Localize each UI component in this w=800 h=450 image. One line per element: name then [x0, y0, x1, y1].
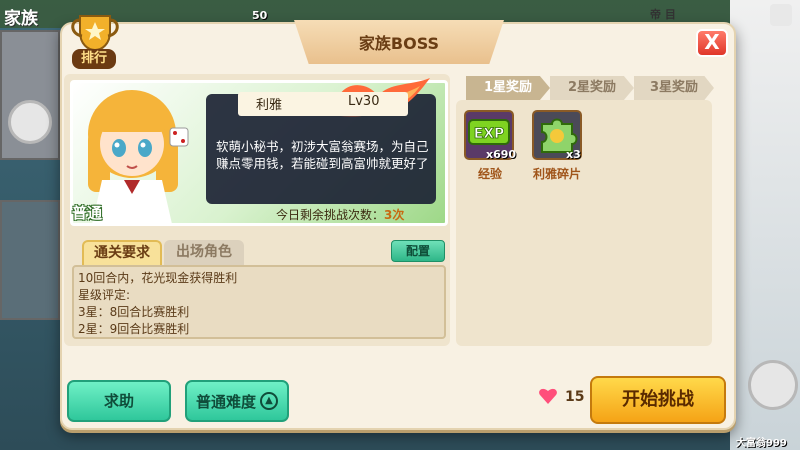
start-challenge-button[interactable]: 开始挑战	[590, 376, 726, 424]
remaining-attempts-label: 今日剩余挑战次数：	[276, 208, 385, 222]
boss-description: 软萌小秘书，初涉大富翁赛场，为自己赚点零用钱，若能碰到高富帅就更好了	[216, 139, 429, 171]
difficulty-button-label: 普通难度	[195, 392, 256, 411]
background-street	[0, 200, 60, 320]
ranking-label[interactable]: 排行	[72, 49, 116, 69]
tab-requirements[interactable]: 通关要求	[82, 240, 162, 266]
requirements-box[interactable]: 10回合内，花光现金获得胜利 星级评定: 3星：8回合比赛胜利 2星：9回合比赛…	[72, 265, 446, 339]
background-top-right-label: 帝 目	[650, 8, 676, 21]
help-button[interactable]: 求助	[67, 380, 171, 422]
background-chat-button	[8, 100, 52, 144]
requirement-line: 星级评定:	[78, 288, 131, 302]
background-avatar-button	[748, 360, 798, 410]
background-bottom-right-label: 大富翁999	[736, 438, 787, 449]
heart-icon	[539, 388, 557, 404]
dialog-title-ribbon: 家族BOSS	[294, 20, 504, 64]
tab-roles[interactable]: 出场角色	[164, 240, 244, 266]
requirement-line: 3星：8回合比赛胜利	[78, 305, 190, 319]
config-button[interactable]: 配置	[391, 240, 445, 262]
close-button[interactable]: X	[696, 29, 728, 57]
tab-1-star-rewards[interactable]: 1星奖励	[466, 76, 550, 100]
reward-shard-count: x3	[566, 148, 581, 161]
reward-shard-label: 利雅碎片	[533, 167, 582, 181]
boss-level: Lv30	[348, 94, 380, 109]
exp-icon-text: EXP	[474, 126, 505, 142]
requirement-line: 10回合内，花光现金获得胜利	[78, 271, 238, 285]
remaining-attempts: 今日剩余挑战次数：3次	[276, 206, 404, 223]
requirement-line: 2星：9回合比赛胜利	[78, 322, 190, 336]
background-top-right-button	[770, 4, 792, 26]
chevron-up-icon: ▲	[260, 392, 278, 410]
remaining-attempts-value: 3次	[384, 208, 405, 222]
reward-exp-label: 经验	[478, 167, 503, 181]
background-family-label: 家族	[4, 9, 38, 29]
dialog-title: 家族BOSS	[358, 34, 440, 53]
background-top-count: 50	[252, 9, 268, 22]
stamina-count: 15	[565, 389, 585, 405]
reward-exp-count: x690	[486, 148, 517, 161]
tab-3-star-rewards[interactable]: 3星奖励	[634, 76, 714, 100]
difficulty-button[interactable]: 普通难度 ▲	[185, 380, 289, 422]
tab-2-star-rewards[interactable]: 2星奖励	[550, 76, 634, 100]
boss-name: 利雅	[256, 98, 283, 113]
difficulty-mode-badge: 普通	[72, 204, 103, 222]
